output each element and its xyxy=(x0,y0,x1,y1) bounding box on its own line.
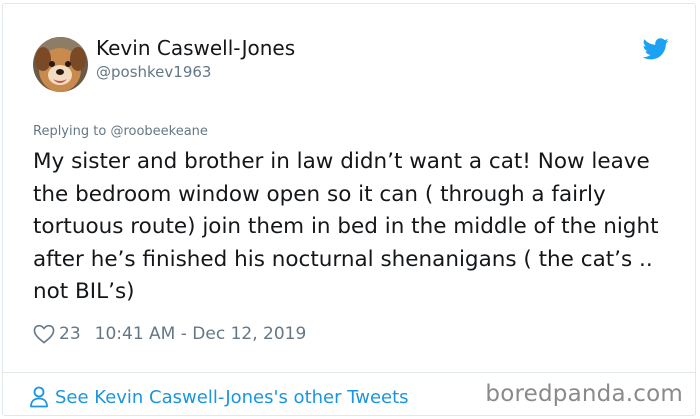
footer-divider xyxy=(3,372,695,373)
reply-handle-link[interactable]: @roobeekeane xyxy=(110,124,207,139)
person-icon xyxy=(30,386,48,408)
replying-to: Replying to @roobeekeane xyxy=(33,123,208,141)
author-name[interactable]: Kevin Caswell-Jones xyxy=(96,34,295,62)
tweet-timestamp[interactable]: 10:41 AM - Dec 12, 2019 xyxy=(95,324,307,344)
twitter-bird-icon[interactable] xyxy=(642,38,669,60)
like-count[interactable]: 23 xyxy=(59,324,81,344)
tweet-text: My sister and brother in law didn’t want… xyxy=(33,149,659,305)
see-other-tweets-link[interactable]: See Kevin Caswell-Jones's other Tweets xyxy=(29,386,409,408)
see-other-tweets-label[interactable]: See Kevin Caswell-Jones's other Tweets xyxy=(55,387,409,408)
replying-to-label: Replying to xyxy=(33,124,107,139)
avatar[interactable] xyxy=(33,37,88,92)
boredpanda-watermark: boredpanda.com xyxy=(485,381,683,407)
dog-avatar-image xyxy=(33,37,88,92)
author-handle[interactable]: @poshkev1963 xyxy=(96,62,211,82)
tweet-meta: 23 10:41 AM - Dec 12, 2019 xyxy=(33,322,306,346)
heart-icon[interactable] xyxy=(33,324,55,344)
tweet-card: Kevin Caswell-Jones @poshkev1963 Replyin… xyxy=(2,3,696,416)
